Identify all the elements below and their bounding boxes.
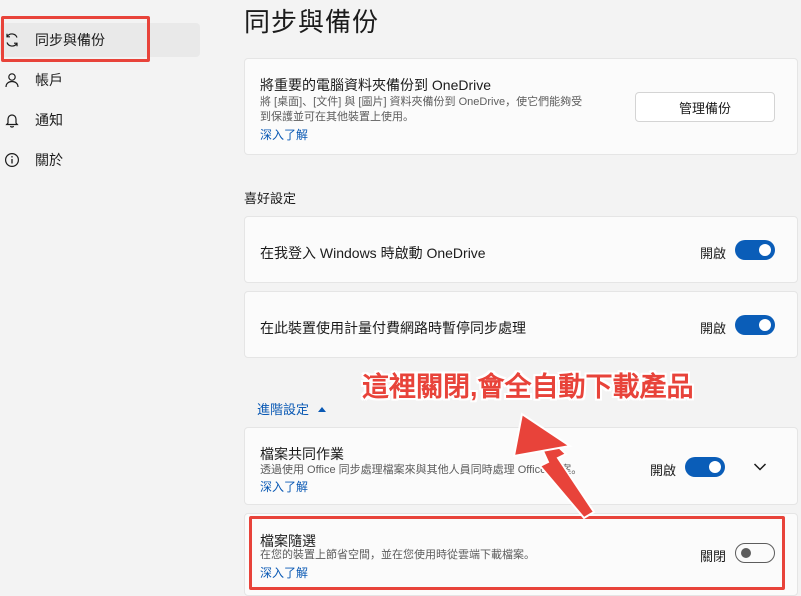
person-icon (4, 72, 20, 88)
bell-icon (4, 112, 20, 128)
preference-title: 在我登入 Windows 時啟動 OneDrive (260, 245, 486, 261)
page-title: 同步與備份 (244, 7, 380, 37)
manage-backup-button[interactable]: 管理備份 (635, 92, 775, 122)
chevron-up-icon (317, 401, 327, 416)
preferences-heading: 喜好設定 (244, 191, 297, 206)
toggle-state-label: 開啟 (700, 321, 727, 336)
backup-card-title: 將重要的電腦資料夾備份到 OneDrive (260, 77, 492, 93)
chevron-down-icon[interactable] (753, 460, 767, 475)
toggle-knob (759, 319, 771, 331)
preference-title: 在此裝置使用計量付費網路時暫停同步處理 (260, 320, 526, 336)
advanced-settings-label: 進階設定 (257, 402, 310, 417)
metered-network-toggle[interactable] (735, 315, 775, 335)
coauthoring-learn-more-link[interactable]: 深入了解 (260, 478, 308, 495)
annotation-text: 這裡關閉,會全自動下載產品 (362, 372, 694, 402)
backup-card: 將重要的電腦資料夾備份到 OneDrive 將 [桌面]、[文件] 與 [圖片]… (244, 58, 798, 155)
toggle-state-label: 開啟 (700, 246, 727, 261)
sidebar-item-notifications[interactable]: 通知 (0, 103, 200, 137)
preference-row-metered-network: 在此裝置使用計量付費網路時暫停同步處理 開啟 (244, 291, 798, 358)
backup-card-desc-line1: 將 [桌面]、[文件] 與 [圖片] 資料夾備份到 OneDrive，使它們能夠… (260, 96, 583, 108)
coauthoring-toggle[interactable] (685, 457, 725, 477)
backup-card-desc-line2: 到保護並可在其他裝置上使用。 (260, 111, 414, 123)
toggle-state-label: 開啟 (650, 463, 677, 478)
sidebar: 同步與備份 帳戶 通知 關於 (0, 0, 215, 596)
coauthoring-title: 檔案共同作業 (260, 446, 344, 462)
toggle-knob (709, 461, 721, 473)
annotation-highlight-box (1, 16, 150, 62)
toggle-knob (759, 244, 771, 256)
sidebar-item-label: 通知 (35, 112, 63, 128)
start-onedrive-toggle[interactable] (735, 240, 775, 260)
preference-row-start-onedrive: 在我登入 Windows 時啟動 OneDrive 開啟 (244, 216, 798, 283)
info-icon (4, 152, 20, 168)
backup-learn-more-link[interactable]: 深入了解 (260, 126, 308, 143)
sidebar-item-about[interactable]: 關於 (0, 143, 200, 177)
advanced-settings-link[interactable]: 進階設定 (257, 399, 327, 418)
sidebar-item-account[interactable]: 帳戶 (0, 63, 200, 97)
annotation-arrow-icon (512, 412, 596, 520)
sidebar-item-label: 關於 (35, 152, 63, 168)
sidebar-item-label: 帳戶 (35, 72, 63, 88)
